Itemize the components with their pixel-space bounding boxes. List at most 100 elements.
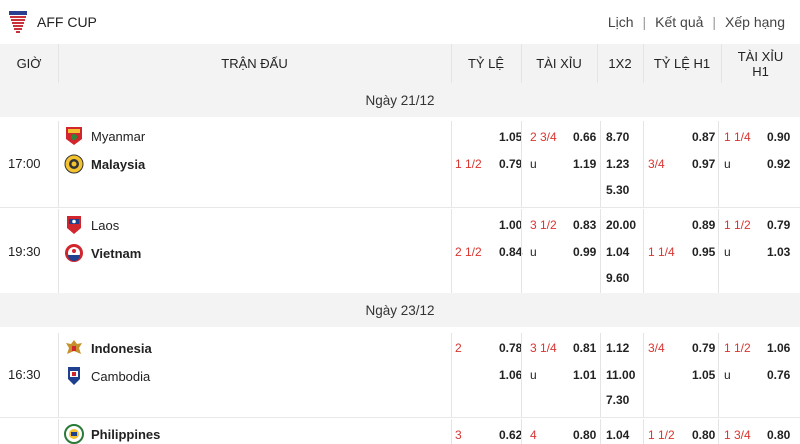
col-divider: [600, 121, 601, 207]
handicap-h1-line: 1 1/4: [648, 245, 675, 259]
col-divider: [521, 121, 522, 207]
under-h1-odds[interactable]: 0.76: [767, 367, 790, 383]
col-divider: [521, 333, 522, 417]
col-header-handicap: TỶ LỆ: [467, 56, 505, 71]
x12-draw-odds[interactable]: 7.30: [606, 392, 629, 408]
table-header: GIỜ TRẬN ĐẤU TỶ LỆ TÀI XỈU 1X2 TỶ LỆ H1 …: [0, 44, 800, 84]
col-header-handicap-h1: TỶ LỆ H1: [653, 56, 711, 71]
over-under-h1-line: 1 1/4: [724, 130, 751, 144]
handicap-h1-home-odds[interactable]: 0.89: [692, 217, 715, 233]
col-header-over-under-h1-line2: H1: [752, 63, 769, 79]
handicap-h1-away-odds[interactable]: 1.05: [692, 367, 715, 383]
over-h1-odds[interactable]: 0.79: [767, 217, 790, 233]
over-odds[interactable]: 0.80: [573, 427, 596, 443]
match-time: 16:30: [8, 367, 41, 382]
away-team[interactable]: Cambodia: [64, 366, 150, 386]
handicap-away-odds[interactable]: 1.06: [499, 367, 522, 383]
col-divider: [451, 333, 452, 417]
handicap-h1-home-odds[interactable]: 0.80: [692, 427, 715, 443]
x12-home-odds[interactable]: 1.12: [606, 340, 629, 356]
handicap-h1-away-odds[interactable]: 0.97: [692, 156, 715, 172]
x12-draw-odds[interactable]: 5.30: [606, 182, 629, 198]
col-divider: [58, 121, 59, 207]
over-h1-odds[interactable]: 0.80: [767, 427, 790, 443]
top-bar: AFF CUP Lịch | Kết quả | Xếp hạng: [0, 0, 800, 45]
col-divider: [643, 121, 644, 207]
col-divider: [58, 44, 59, 83]
over-under-line: 2 3/4: [530, 130, 557, 144]
over-odds[interactable]: 0.81: [573, 340, 596, 356]
handicap-home-odds[interactable]: 0.78: [499, 340, 522, 356]
over-h1-odds[interactable]: 0.90: [767, 129, 790, 145]
under-odds[interactable]: 1.01: [573, 367, 596, 383]
under-h1-odds[interactable]: 0.92: [767, 156, 790, 172]
home-team[interactable]: Laos: [64, 215, 119, 235]
handicap-home-odds[interactable]: 1.00: [499, 217, 522, 233]
match-row[interactable]: 16:30 Indonesia Cambodia 2 0.78 1.06 3 1…: [0, 333, 800, 418]
handicap-home-odds[interactable]: 0.62: [499, 427, 522, 443]
under-odds[interactable]: 1.19: [573, 156, 596, 172]
cambodia-crest-icon: [68, 367, 80, 385]
over-under-line: 3 1/2: [530, 218, 557, 232]
x12-home-odds[interactable]: 20.00: [606, 217, 636, 233]
indonesia-crest-icon: [66, 340, 82, 354]
match-row[interactable]: 17:00 Myanmar Malaysia 1 1/2 1.05 0.79 2…: [0, 121, 800, 208]
vietnam-crest-icon: [65, 244, 83, 262]
over-odds[interactable]: 0.83: [573, 217, 596, 233]
handicap-away-odds[interactable]: 0.84: [499, 244, 522, 260]
col-divider: [718, 333, 719, 417]
col-header-time: GIỜ: [16, 56, 42, 71]
col-divider: [643, 419, 644, 444]
away-team-name: Malaysia: [91, 156, 146, 172]
away-team[interactable]: Vietnam: [64, 243, 141, 263]
handicap-h1-line: 3/4: [648, 157, 665, 171]
myanmar-crest-icon: [66, 127, 82, 145]
col-divider: [521, 44, 522, 83]
x12-away-odds[interactable]: 1.04: [606, 244, 629, 260]
col-divider: [718, 209, 719, 293]
handicap-line: 3: [455, 428, 462, 442]
handicap-h1-line: 3/4: [648, 341, 665, 355]
home-team[interactable]: Myanmar: [64, 126, 145, 146]
handicap-away-odds[interactable]: 0.79: [499, 156, 522, 172]
league-title: AFF CUP: [37, 14, 97, 30]
handicap-h1-home-odds[interactable]: 0.87: [692, 129, 715, 145]
away-team[interactable]: Malaysia: [64, 154, 145, 174]
handicap-h1-away-odds[interactable]: 0.95: [692, 244, 715, 260]
col-header-match: TRẬN ĐẤU: [221, 56, 288, 71]
over-h1-odds[interactable]: 1.06: [767, 340, 790, 356]
nav-link-results[interactable]: Kết quả: [655, 14, 703, 30]
x12-away-odds[interactable]: 11.00: [606, 367, 635, 383]
match-row[interactable]: 19:30 Laos Vietnam 2 1/2 1.00 0.84 3 1/2…: [0, 209, 800, 294]
aff-cup-logo-icon: [9, 11, 27, 33]
x12-home-odds[interactable]: 1.04: [606, 427, 629, 443]
match-row[interactable]: Philippines 3 0.62 4 0.80 1.04 1 1/2 0.8…: [0, 419, 800, 444]
home-team[interactable]: Indonesia: [64, 338, 152, 358]
handicap-home-odds[interactable]: 1.05: [499, 129, 522, 145]
over-odds[interactable]: 0.66: [573, 129, 596, 145]
under-h1-odds[interactable]: 1.03: [767, 244, 790, 260]
col-divider: [521, 419, 522, 444]
col-divider: [600, 333, 601, 417]
day-row: Ngày 21/12: [0, 83, 800, 117]
handicap-h1-line: 1 1/2: [648, 428, 675, 442]
col-divider: [643, 209, 644, 293]
col-divider: [643, 333, 644, 417]
under-h1-label: u: [724, 157, 731, 171]
x12-away-odds[interactable]: 1.23: [606, 156, 629, 172]
under-odds[interactable]: 0.99: [573, 244, 596, 260]
col-header-over-under: TÀI XỈU: [536, 56, 582, 71]
col-header-over-under-h1-line1: TÀI XỈU: [737, 48, 784, 64]
col-divider: [521, 209, 522, 293]
col-divider: [58, 419, 59, 444]
x12-draw-odds[interactable]: 9.60: [606, 270, 629, 286]
nav-link-standings[interactable]: Xếp hạng: [725, 14, 785, 30]
nav-link-schedule[interactable]: Lịch: [608, 14, 634, 30]
col-divider: [718, 121, 719, 207]
x12-home-odds[interactable]: 8.70: [606, 129, 629, 145]
handicap-h1-home-odds[interactable]: 0.79: [692, 340, 715, 356]
col-divider: [600, 209, 601, 293]
top-nav: Lịch | Kết quả | Xếp hạng: [608, 14, 785, 30]
col-divider: [451, 209, 452, 293]
home-team[interactable]: Philippines: [64, 424, 160, 444]
